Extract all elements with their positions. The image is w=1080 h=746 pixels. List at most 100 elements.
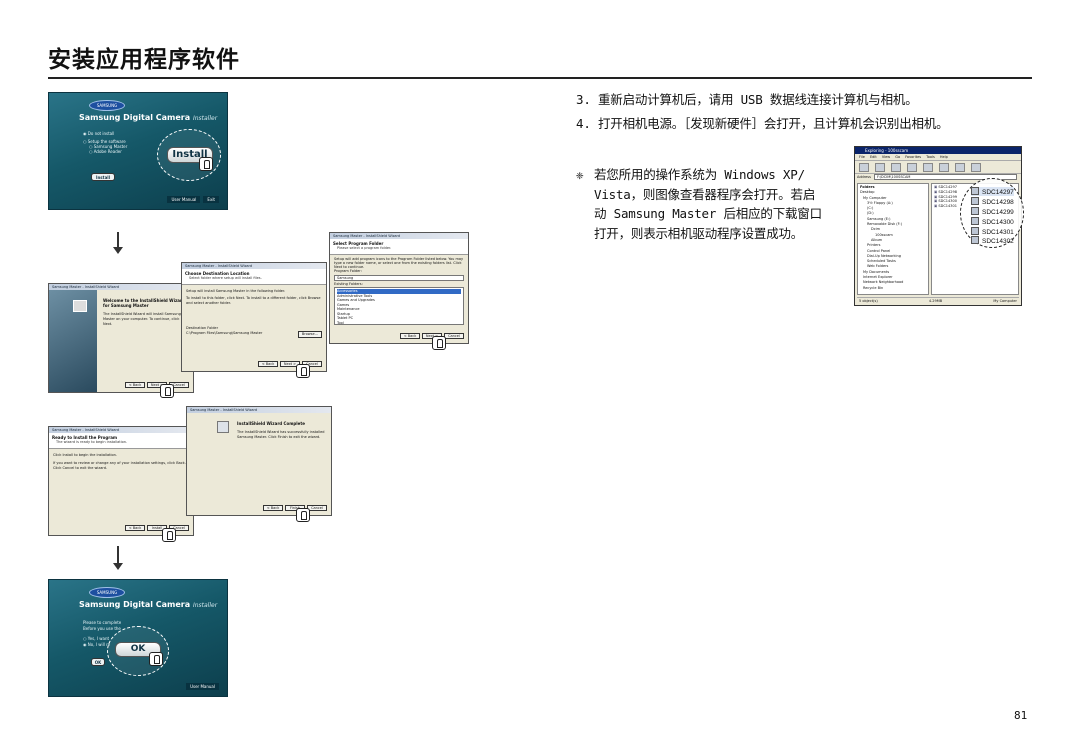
note-block: ❈ 若您所用的操作系统为 Windows XP/ Vista，则图像查看器程序会打…	[576, 165, 848, 243]
ok-button[interactable]: OK	[91, 658, 105, 666]
back-button[interactable]: < Back	[125, 525, 145, 531]
cut-icon[interactable]	[907, 163, 917, 172]
status-size: 4.29MB	[928, 299, 943, 303]
destination-path: C:\Program Files\Samsung\Samsung Master	[186, 331, 263, 335]
back-button[interactable]: < Back	[263, 505, 283, 511]
delete-icon[interactable]	[971, 163, 981, 172]
callout-file-item: SDC14302	[971, 236, 1014, 245]
pointer-hand-icon	[149, 652, 163, 666]
note-line-4: 打开，则表示相机驱动程序设置成功。	[594, 225, 804, 241]
wizard-buttons: < Back Finish Cancel	[263, 505, 327, 511]
callout-file-item: SDC14298	[971, 197, 1014, 206]
note-line-1: ❈ 若您所用的操作系统为 Windows XP/	[576, 165, 848, 185]
down-arrow-icon	[113, 232, 123, 254]
wizard-heading: Welcome to the InstallShield Wizard for …	[103, 298, 185, 308]
status-location: My Computer	[993, 299, 1017, 303]
user-manual-button[interactable]: User Manual	[186, 683, 219, 690]
exit-button[interactable]: Exit	[203, 196, 219, 203]
callout-file-item: SDC14300	[971, 217, 1014, 226]
samsung-logo: SAMSUNG	[89, 100, 125, 111]
file-zoom-callout: SDC14297 SDC14298 SDC14299 SDC14300 SDC1…	[960, 178, 1024, 248]
wizard-text: Setup will install Samsung Master in the…	[186, 289, 286, 293]
wizard-text: To install to this folder, click Next. T…	[186, 296, 321, 305]
installer-footer: User Manual	[186, 683, 219, 690]
wizard-header: Ready to Install the Program The wizard …	[49, 433, 193, 449]
browse-button[interactable]: Browse...	[297, 331, 322, 338]
installer-title-sub: Installer	[192, 602, 218, 609]
install-button[interactable]: Install	[91, 173, 115, 181]
explorer-titlebar: Exploring - 100sscam	[855, 147, 1021, 154]
wizard-complete: Samsung Master - InstallShield Wizard In…	[186, 406, 332, 516]
step-3: 3. 重新启动计算机后，请用 USB 数据线连接计算机与相机。	[576, 92, 918, 107]
cancel-button[interactable]: Cancel	[307, 505, 327, 511]
installer-title-main: Samsung Digital Camera	[79, 600, 191, 609]
wizard-buttons: < Back Next > Cancel	[258, 361, 322, 367]
down-arrow-icon	[113, 546, 123, 570]
wizard-header: Choose Destination Location Select folde…	[182, 269, 326, 285]
user-manual-button[interactable]: User Manual	[167, 196, 201, 203]
paste-icon[interactable]	[939, 163, 949, 172]
callout-file-item: SDC14297	[971, 187, 1014, 196]
installer-footer: User Manual Exit	[167, 196, 219, 203]
wizard-text: Setup will add program icons to the Prog…	[334, 257, 464, 269]
wizard-subheading: Please select a program folder.	[337, 246, 392, 250]
pointer-hand-icon	[199, 157, 213, 171]
pointer-hand-icon	[432, 336, 446, 350]
installer-title: Samsung Digital Camera Installer	[79, 600, 217, 609]
copy-icon[interactable]	[923, 163, 933, 172]
folder-tree[interactable]: Folders Desktop My Computer 3½ Floppy (A…	[857, 183, 929, 295]
option-do-not-install[interactable]: Do not install	[83, 131, 115, 136]
page-title: 安装应用程序软件	[48, 47, 240, 73]
title-underline	[48, 77, 1032, 79]
wizard-body: Setup will add program icons to the Prog…	[330, 255, 468, 327]
back-icon[interactable]	[859, 163, 869, 172]
installer-screen-install: SAMSUNG Samsung Digital Camera Installer…	[48, 92, 228, 210]
callout-file-item: SDC14301	[971, 227, 1014, 236]
wizard-welcome-body: Welcome to the InstallShield Wizard for …	[103, 298, 189, 327]
back-button[interactable]: < Back	[400, 333, 420, 339]
wizard-text: Click Install to begin the installation.	[53, 453, 117, 457]
up-icon[interactable]	[891, 163, 901, 172]
cancel-button[interactable]: Cancel	[444, 333, 464, 339]
installer-text: Please to complete	[83, 620, 122, 625]
wizard-body: Setup will install Samsung Master in the…	[182, 285, 326, 342]
pointer-hand-icon	[162, 528, 176, 542]
wizard-subheading: The wizard is ready to begin installatio…	[56, 440, 128, 444]
wizard-header: Select Program Folder Please select a pr…	[330, 239, 468, 255]
back-button[interactable]: < Back	[125, 382, 145, 388]
wizard-ready: Samsung Master - InstallShield Wizard Re…	[48, 426, 194, 536]
note-line-2: Vista，则图像查看器程序会打开。若启	[594, 186, 816, 202]
wizard-text: If you want to review or change any of y…	[53, 461, 186, 470]
note-text: 若您所用的操作系统为 Windows XP/	[594, 167, 805, 182]
forward-icon[interactable]	[875, 163, 885, 172]
undo-icon[interactable]	[955, 163, 965, 172]
status-bar: 5 object(s) 4.29MB My Computer	[857, 297, 1019, 303]
note-mark-icon: ❈	[576, 167, 584, 182]
explorer-toolbar	[855, 160, 1021, 174]
wizard-text: The InstallShield Wizard will install Sa…	[103, 312, 181, 326]
list-item[interactable]: Tool	[337, 321, 461, 326]
tree-item[interactable]: Recycle Bin	[860, 286, 926, 291]
wizard-body: Click Install to begin the installation.…	[49, 449, 193, 475]
installer-title-main: Samsung Digital Camera	[79, 113, 191, 122]
option-no[interactable]: No, I will re	[83, 642, 110, 647]
option-adobe-reader[interactable]: Adobe Reader	[89, 149, 122, 154]
wizard-welcome: Samsung Master - InstallShield Wizard We…	[48, 283, 194, 393]
samsung-logo: SAMSUNG	[89, 587, 125, 598]
computer-icon	[217, 421, 229, 433]
program-folder-input[interactable]: Samsung	[334, 275, 464, 281]
destination-folder-path: C:\Program Files\Samsung\Samsung Master …	[186, 331, 322, 338]
pointer-hand-icon	[160, 384, 174, 398]
wizard-program-folder: Samsung Master - InstallShield Wizard Se…	[329, 232, 469, 344]
back-button[interactable]: < Back	[258, 361, 278, 367]
option-yes[interactable]: Yes, I want	[83, 636, 109, 641]
wizard-buttons: < Back Install Cancel	[125, 525, 189, 531]
computer-icon	[73, 300, 87, 312]
step-4: 4. 打开相机电源。［发现新硬件］会打开，且计算机会识别出相机。	[576, 116, 949, 131]
wizard-side-image	[49, 290, 97, 392]
installer-screen-ok: SAMSUNG Samsung Digital Camera Installer…	[48, 579, 228, 697]
status-objects: 5 object(s)	[859, 299, 878, 303]
wizard-buttons: < Back Next > Cancel	[125, 382, 189, 388]
existing-folders-list[interactable]: Accessories Administrative Tools Games a…	[334, 287, 464, 325]
wizard-heading: InstallShield Wizard Complete	[237, 421, 305, 426]
